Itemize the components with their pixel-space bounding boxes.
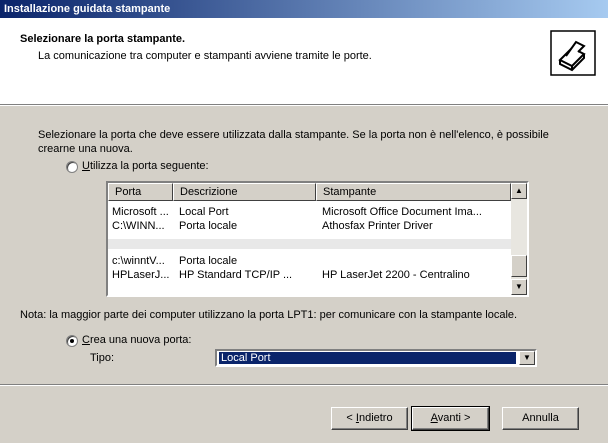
title-bar: Installazione guidata stampante (0, 0, 608, 18)
scroll-down-icon[interactable]: ▼ (511, 279, 527, 295)
table-row[interactable]: Microsoft ... Local Port Microsoft Offic… (108, 205, 511, 219)
table-row[interactable]: c:\winntV... Porta locale (108, 254, 511, 268)
use-existing-port-radio[interactable] (66, 161, 78, 173)
printer-icon (550, 30, 596, 76)
ports-scrollbar[interactable]: ▲ ▼ (511, 183, 527, 295)
cell-descrizione: HP Standard TCP/IP ... (179, 269, 293, 281)
port-type-value: Local Port (219, 352, 516, 364)
port-type-select[interactable]: Local Port ▼ (215, 349, 537, 367)
cell-stampante: HP LaserJet 2200 - Centralino (322, 269, 470, 281)
header-title: Selezionare la porta stampante. (20, 33, 186, 45)
cell-descrizione: Porta locale (179, 220, 238, 232)
create-new-port-radio[interactable] (66, 335, 78, 347)
chevron-down-icon[interactable]: ▼ (519, 351, 535, 365)
wizard-header: Selezionare la porta stampante. La comun… (0, 18, 608, 105)
window-title: Installazione guidata stampante (4, 3, 171, 15)
cell-porta: Microsoft ... (112, 206, 169, 218)
scroll-thumb[interactable] (511, 255, 527, 277)
cell-porta: HPLaserJ... (112, 269, 170, 281)
footer-separator (0, 384, 608, 386)
table-row[interactable]: C:\WINN... Porta locale Athosfax Printer… (108, 219, 511, 233)
tipo-label: Tipo: (90, 352, 115, 364)
cell-porta: c:\winntV... (112, 255, 165, 267)
next-button[interactable]: Avanti > (411, 406, 490, 431)
cell-porta: C:\WINN... (112, 220, 165, 232)
table-row[interactable] (108, 239, 511, 249)
use-existing-port-label[interactable]: Utilizza la porta seguente: (82, 160, 209, 172)
header-subtitle: La comunicazione tra computer e stampant… (38, 50, 372, 62)
back-button[interactable]: < Indietro (331, 407, 408, 430)
column-descrizione[interactable]: Descrizione (173, 183, 316, 201)
table-row[interactable]: HPLaserJ... HP Standard TCP/IP ... HP La… (108, 268, 511, 282)
column-stampante[interactable]: Stampante (316, 183, 511, 201)
cell-stampante: Microsoft Office Document Ima... (322, 206, 482, 218)
column-porta[interactable]: Porta (108, 183, 173, 201)
wizard-window: Installazione guidata stampante Selezion… (0, 0, 608, 443)
cancel-button[interactable]: Annulla (502, 407, 579, 430)
cell-descrizione: Local Port (179, 206, 229, 218)
lpt1-note: Nota: la maggior parte dei computer util… (20, 309, 518, 321)
cell-descrizione: Porta locale (179, 255, 238, 267)
create-new-port-label[interactable]: Crea una nuova porta: (82, 334, 191, 346)
cell-stampante: Athosfax Printer Driver (322, 220, 433, 232)
ports-list[interactable]: Porta Descrizione Stampante Microsoft ..… (106, 181, 529, 297)
intro-text: Selezionare la porta che deve essere uti… (38, 129, 549, 155)
scroll-up-icon[interactable]: ▲ (511, 183, 527, 199)
